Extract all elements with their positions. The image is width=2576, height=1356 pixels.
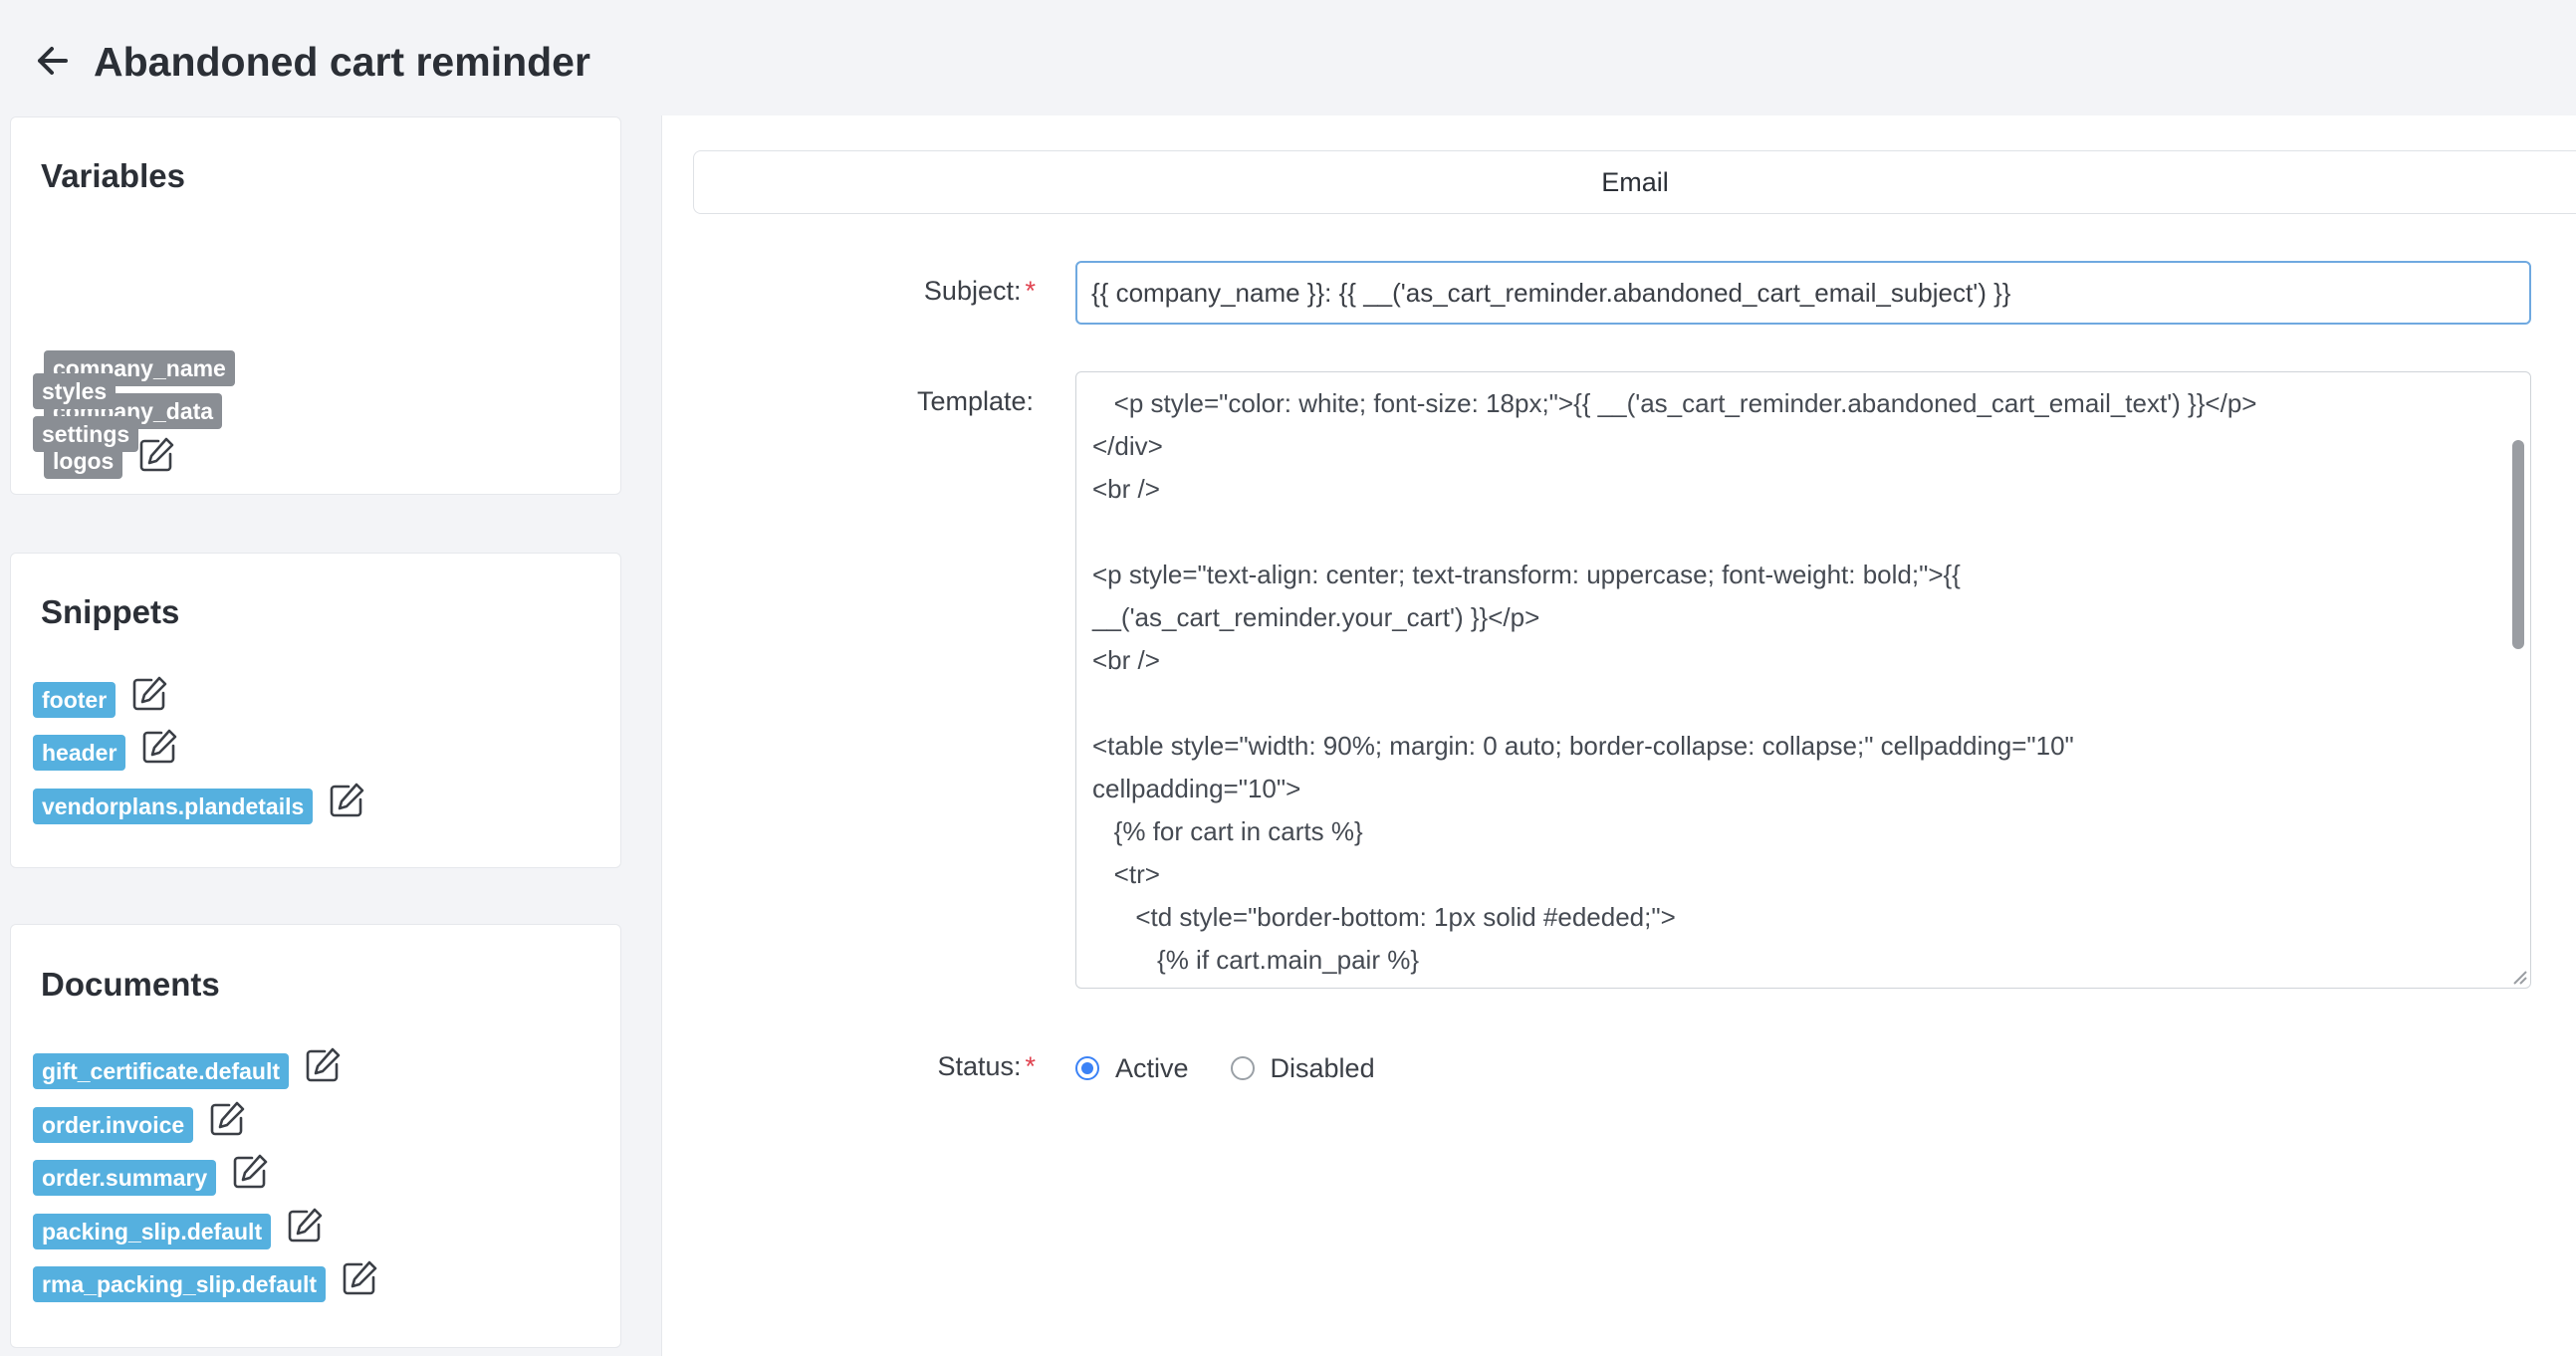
variable-chip[interactable]: settings — [33, 416, 139, 452]
code-line: </div> — [1092, 431, 1163, 461]
edit-icon[interactable] — [136, 435, 176, 475]
edit-icon[interactable] — [207, 1099, 247, 1139]
status-radio-group: Active Disabled — [1075, 1048, 1417, 1088]
template-label: Template: — [916, 386, 1034, 416]
document-item-order-summary: order.summary — [33, 1154, 270, 1198]
code-line: __('as_cart_reminder.your_cart') }}</p> — [1092, 602, 1540, 632]
status-disabled-label[interactable]: Disabled — [1271, 1053, 1375, 1084]
code-line: {% if cart.main_pair %} — [1092, 945, 1420, 975]
template-scrollbar-thumb[interactable] — [2512, 440, 2524, 649]
code-line: <table style="width: 90%; margin: 0 auto… — [1092, 731, 2074, 761]
subject-input[interactable] — [1075, 261, 2531, 325]
variables-title: Variables — [41, 157, 185, 194]
status-label-text: Status: — [937, 1051, 1022, 1081]
subject-label-text: Subject: — [923, 276, 1022, 306]
snippet-item-footer: footer — [33, 676, 169, 720]
edit-icon[interactable] — [327, 781, 366, 820]
required-marker: * — [1025, 276, 1036, 306]
code-line: <p style="text-align: center; text-trans… — [1092, 560, 1961, 589]
page-header: Abandoned cart reminder — [0, 0, 2576, 114]
snippet-chip[interactable]: footer — [33, 682, 117, 718]
variable-item-settings: settings — [33, 414, 139, 454]
tab-email[interactable]: Email — [693, 150, 2576, 214]
code-line: <br /> — [1092, 645, 1160, 675]
edit-icon[interactable] — [139, 727, 179, 767]
document-chip[interactable]: order.summary — [33, 1160, 217, 1196]
code-line: <tr> — [1092, 859, 1160, 889]
snippet-chip[interactable]: header — [33, 735, 126, 771]
required-marker: * — [1025, 1051, 1036, 1081]
template-editor[interactable]: <p style="color: white; font-size: 18px;… — [1075, 371, 2531, 989]
snippet-item-header: header — [33, 729, 179, 773]
subject-label: Subject: * — [876, 276, 1036, 307]
edit-icon[interactable] — [129, 674, 169, 714]
edit-icon[interactable] — [303, 1045, 343, 1085]
resize-grip-icon[interactable] — [2510, 968, 2528, 986]
document-item-packing-slip: packing_slip.default — [33, 1208, 325, 1251]
arrow-left-icon[interactable] — [32, 36, 72, 86]
variable-chip[interactable]: styles — [33, 373, 117, 409]
status-label: Status: * — [876, 1051, 1036, 1082]
document-item-order-invoice: order.invoice — [33, 1101, 247, 1145]
code-line: <br /> — [1092, 474, 1160, 504]
code-line: <p style="color: white; font-size: 18px;… — [1092, 388, 2257, 418]
documents-title: Documents — [41, 966, 220, 1003]
status-active-label[interactable]: Active — [1115, 1053, 1189, 1084]
code-line: <td style="border-bottom: 1px solid #ede… — [1092, 902, 1676, 932]
status-disabled-radio[interactable] — [1230, 1056, 1255, 1080]
document-chip[interactable]: packing_slip.default — [33, 1214, 272, 1249]
document-chip[interactable]: rma_packing_slip.default — [33, 1266, 327, 1302]
edit-icon[interactable] — [285, 1206, 325, 1245]
edit-icon[interactable] — [230, 1152, 270, 1192]
status-active-radio[interactable] — [1075, 1056, 1099, 1080]
template-code[interactable]: <p style="color: white; font-size: 18px;… — [1092, 382, 2490, 982]
document-item-gift-certificate: gift_certificate.default — [33, 1047, 343, 1091]
page-title: Abandoned cart reminder — [94, 39, 590, 85]
document-item-rma-packing-slip: rma_packing_slip.default — [33, 1260, 379, 1304]
snippet-chip[interactable]: vendorplans.plandetails — [33, 789, 314, 824]
snippets-title: Snippets — [41, 593, 180, 630]
document-chip[interactable]: order.invoice — [33, 1107, 194, 1143]
code-line: {% for cart in carts %} — [1092, 816, 1363, 846]
code-line: cellpadding="10"> — [1092, 774, 1301, 803]
edit-icon[interactable] — [340, 1258, 379, 1298]
document-chip[interactable]: gift_certificate.default — [33, 1053, 289, 1089]
snippet-item-vendorplans: vendorplans.plandetails — [33, 783, 366, 826]
variable-item-styles: styles — [33, 371, 117, 411]
